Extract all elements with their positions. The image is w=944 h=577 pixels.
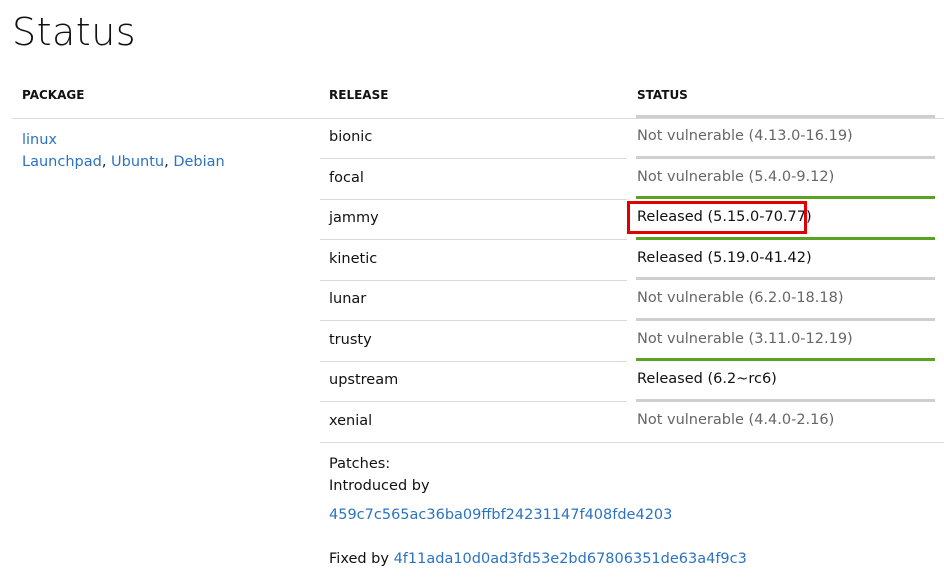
not-vulnerable-status-bar: [636, 115, 935, 118]
page-title: Status: [12, 10, 137, 54]
release-name: kinetic: [329, 250, 378, 267]
released-status-bar: [636, 196, 935, 199]
release-row-xenial: xenial Not vulnerable (4.4.0-2.16): [320, 398, 944, 443]
status-text: Not vulnerable (5.4.0-9.12): [637, 168, 835, 185]
column-header-status: STATUS: [637, 88, 688, 102]
status-text: Not vulnerable (4.13.0-16.19): [637, 128, 853, 144]
column-header-release: RELEASE: [329, 88, 389, 102]
status-cell: Not vulnerable (6.2.0-18.18): [636, 277, 935, 321]
fixed-commit-link[interactable]: 4f11ada10d0ad3fd53e2bd67806351de63a4f9c3: [394, 551, 747, 567]
status-cell: Not vulnerable (4.4.0-2.16): [636, 398, 935, 443]
patches-section: Patches: Introduced by: [329, 453, 430, 497]
not-vulnerable-status-bar: [636, 398, 935, 402]
release-row-jammy: jammy Released (5.15.0-70.77): [320, 196, 944, 240]
status-text: Released (5.19.0-41.42): [637, 249, 812, 266]
debian-link[interactable]: Debian: [173, 154, 224, 170]
release-row-lunar: lunar Not vulnerable (6.2.0-18.18): [320, 277, 944, 321]
release-row-focal: focal Not vulnerable (5.4.0-9.12): [320, 155, 944, 200]
status-text: Not vulnerable (3.11.0-12.19): [637, 330, 853, 347]
not-vulnerable-status-bar: [636, 155, 935, 159]
release-row-kinetic: kinetic Released (5.19.0-41.42): [320, 236, 944, 281]
status-cell: Not vulnerable (3.11.0-12.19): [636, 317, 935, 362]
status-text: Not vulnerable (6.2.0-18.18): [637, 290, 844, 306]
release-row-bionic: bionic Not vulnerable (4.13.0-16.19): [320, 115, 944, 159]
fixed-by-line: Fixed by 4f11ada10d0ad3fd53e2bd67806351d…: [329, 551, 747, 567]
package-source-links: Launchpad, Ubuntu, Debian: [22, 151, 225, 173]
introduced-by-label: Introduced by: [329, 478, 430, 494]
status-cell: Not vulnerable (5.4.0-9.12): [636, 155, 935, 200]
launchpad-link[interactable]: Launchpad: [22, 154, 102, 170]
link-separator: ,: [164, 154, 174, 170]
status-text: Not vulnerable (4.4.0-2.16): [637, 411, 835, 428]
release-name: upstream: [329, 372, 399, 388]
fixed-by-label: Fixed by: [329, 551, 389, 567]
release-name: focal: [329, 169, 364, 186]
package-name-link[interactable]: linux: [22, 132, 57, 148]
table-bottom-divider: [320, 442, 944, 443]
not-vulnerable-status-bar: [636, 277, 935, 280]
status-cell: Not vulnerable (4.13.0-16.19): [636, 115, 935, 159]
release-name: xenial: [329, 412, 373, 429]
released-status-bar: [636, 358, 935, 361]
ubuntu-link[interactable]: Ubuntu: [111, 154, 164, 170]
introduced-commit-link[interactable]: 459c7c565ac36ba09ffbf24231147f408fde4203: [329, 507, 672, 523]
package-cell: linux Launchpad, Ubuntu, Debian: [22, 129, 225, 173]
status-cell: Released (6.2~rc6): [636, 358, 935, 402]
release-name: jammy: [329, 210, 379, 226]
patches-label: Patches:: [329, 456, 391, 472]
release-row-upstream: upstream Released (6.2~rc6): [320, 358, 944, 402]
not-vulnerable-status-bar: [636, 317, 935, 321]
highlight-box: [627, 201, 807, 234]
status-text: Released (6.2~rc6): [637, 371, 777, 387]
status-cell: Released (5.19.0-41.42): [636, 236, 935, 281]
link-separator: ,: [101, 154, 112, 170]
release-row-trusty: trusty Not vulnerable (3.11.0-12.19): [320, 317, 944, 362]
status-cell: Released (5.15.0-70.77): [627, 196, 935, 240]
column-header-package: PACKAGE: [22, 88, 85, 102]
release-name: lunar: [329, 291, 367, 307]
release-name: bionic: [329, 129, 373, 145]
released-status-bar: [636, 236, 935, 240]
release-name: trusty: [329, 331, 372, 348]
